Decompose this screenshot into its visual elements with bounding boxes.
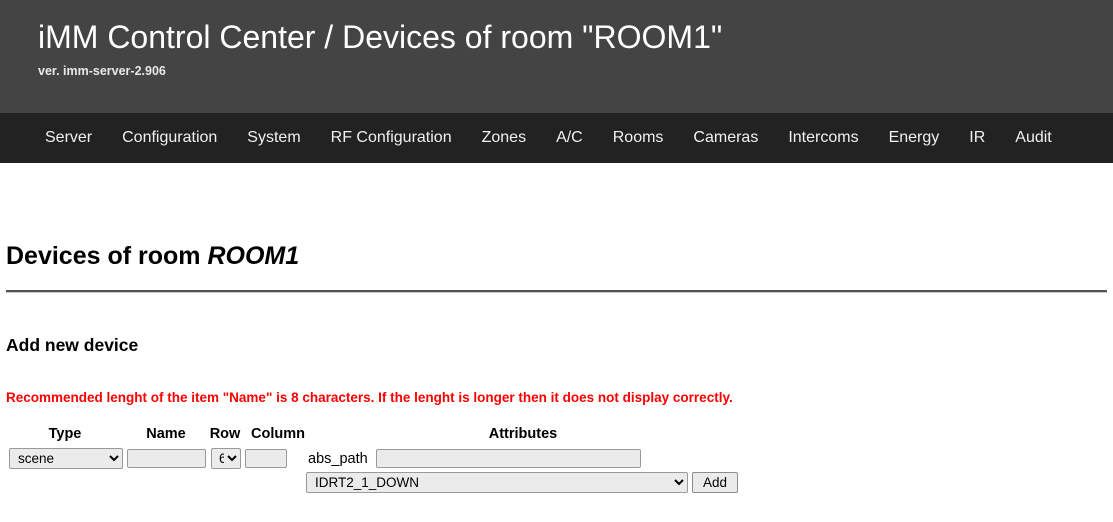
abs-path-input[interactable] — [376, 449, 641, 468]
attribute-name-label: abs_path — [308, 451, 368, 467]
device-name-input[interactable] — [127, 449, 206, 468]
nav-item-cameras[interactable]: Cameras — [693, 129, 758, 147]
nav-item-server[interactable]: Server — [45, 129, 92, 147]
app-header: iMM Control Center / Devices of room "RO… — [0, 0, 1113, 113]
column-header-type: Type — [48, 426, 82, 442]
nav-item-configuration[interactable]: Configuration — [122, 129, 217, 147]
add-device-form: Type Name Row Column Attributes scene 6 … — [6, 426, 1106, 496]
name-length-warning: Recommended lenght of the item "Name" is… — [6, 390, 733, 405]
nav-item-ac[interactable]: A/C — [556, 129, 583, 147]
device-column-input[interactable] — [245, 449, 287, 468]
nav-item-audit[interactable]: Audit — [1015, 129, 1051, 147]
page-title: Devices of room ROOM1 — [6, 163, 1107, 271]
nav-item-rooms[interactable]: Rooms — [613, 129, 664, 147]
nav-item-rf-configuration[interactable]: RF Configuration — [331, 129, 452, 147]
nav-item-ir[interactable]: IR — [969, 129, 985, 147]
column-header-attributes: Attributes — [488, 426, 558, 442]
nav-item-intercoms[interactable]: Intercoms — [788, 129, 858, 147]
app-title: iMM Control Center / Devices of room "RO… — [38, 19, 723, 55]
column-header-row: Row — [209, 426, 241, 442]
nav-item-energy[interactable]: Energy — [889, 129, 940, 147]
page-title-room-name: ROOM1 — [207, 242, 300, 270]
nav-item-system[interactable]: System — [247, 129, 300, 147]
device-type-select[interactable]: scene — [9, 448, 123, 469]
app-version-label: ver. imm-server-2.906 — [38, 64, 166, 78]
nav-item-zones[interactable]: Zones — [482, 129, 526, 147]
device-row-select[interactable]: 6 — [211, 448, 241, 469]
column-header-column: Column — [251, 426, 305, 442]
main-navigation: Server Configuration System RF Configura… — [0, 113, 1113, 163]
column-header-name: Name — [146, 426, 186, 442]
device-target-select[interactable]: IDRT2_1_DOWN — [306, 472, 688, 493]
add-device-section-title: Add new device — [6, 335, 139, 355]
add-device-button[interactable]: Add — [692, 472, 738, 493]
main-content: Devices of room ROOM1 Add new device Rec… — [0, 163, 1113, 496]
page-title-prefix: Devices of room — [6, 242, 208, 270]
